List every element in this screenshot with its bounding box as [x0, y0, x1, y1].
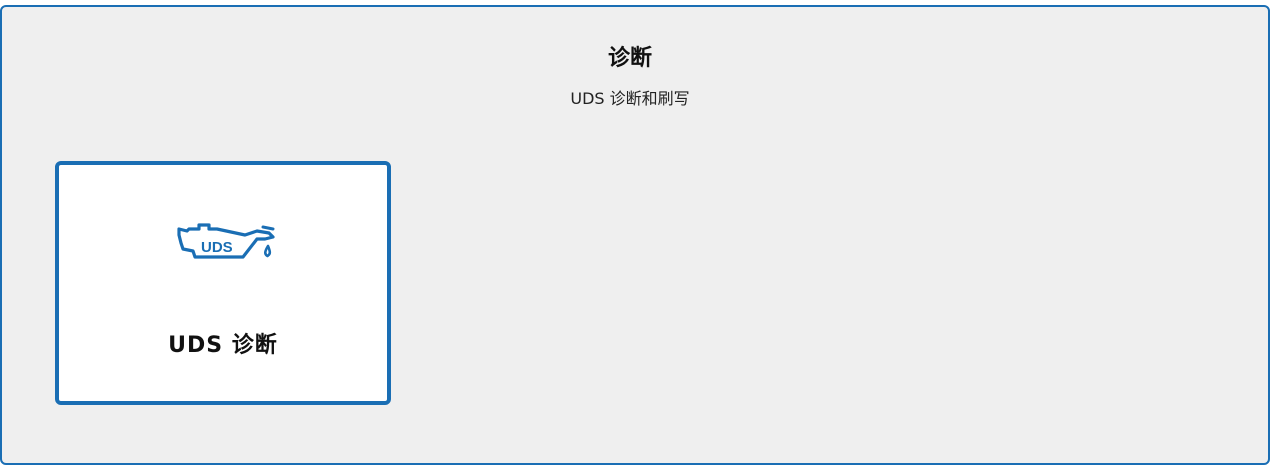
uds-oil-can-icon: UDS — [177, 223, 275, 259]
uds-diagnostics-card[interactable]: UDS UDS 诊断 — [55, 161, 391, 405]
uds-diagnostics-card-label: UDS 诊断 — [168, 333, 278, 358]
section-title: 诊断 — [607, 46, 652, 71]
section-subtitle: UDS 诊断和刷写 — [570, 89, 690, 108]
uds-icon-text: UDS — [201, 239, 233, 256]
diagnostics-panel: 诊断 UDS 诊断和刷写 UDS UDS 诊断 — [0, 5, 1270, 465]
